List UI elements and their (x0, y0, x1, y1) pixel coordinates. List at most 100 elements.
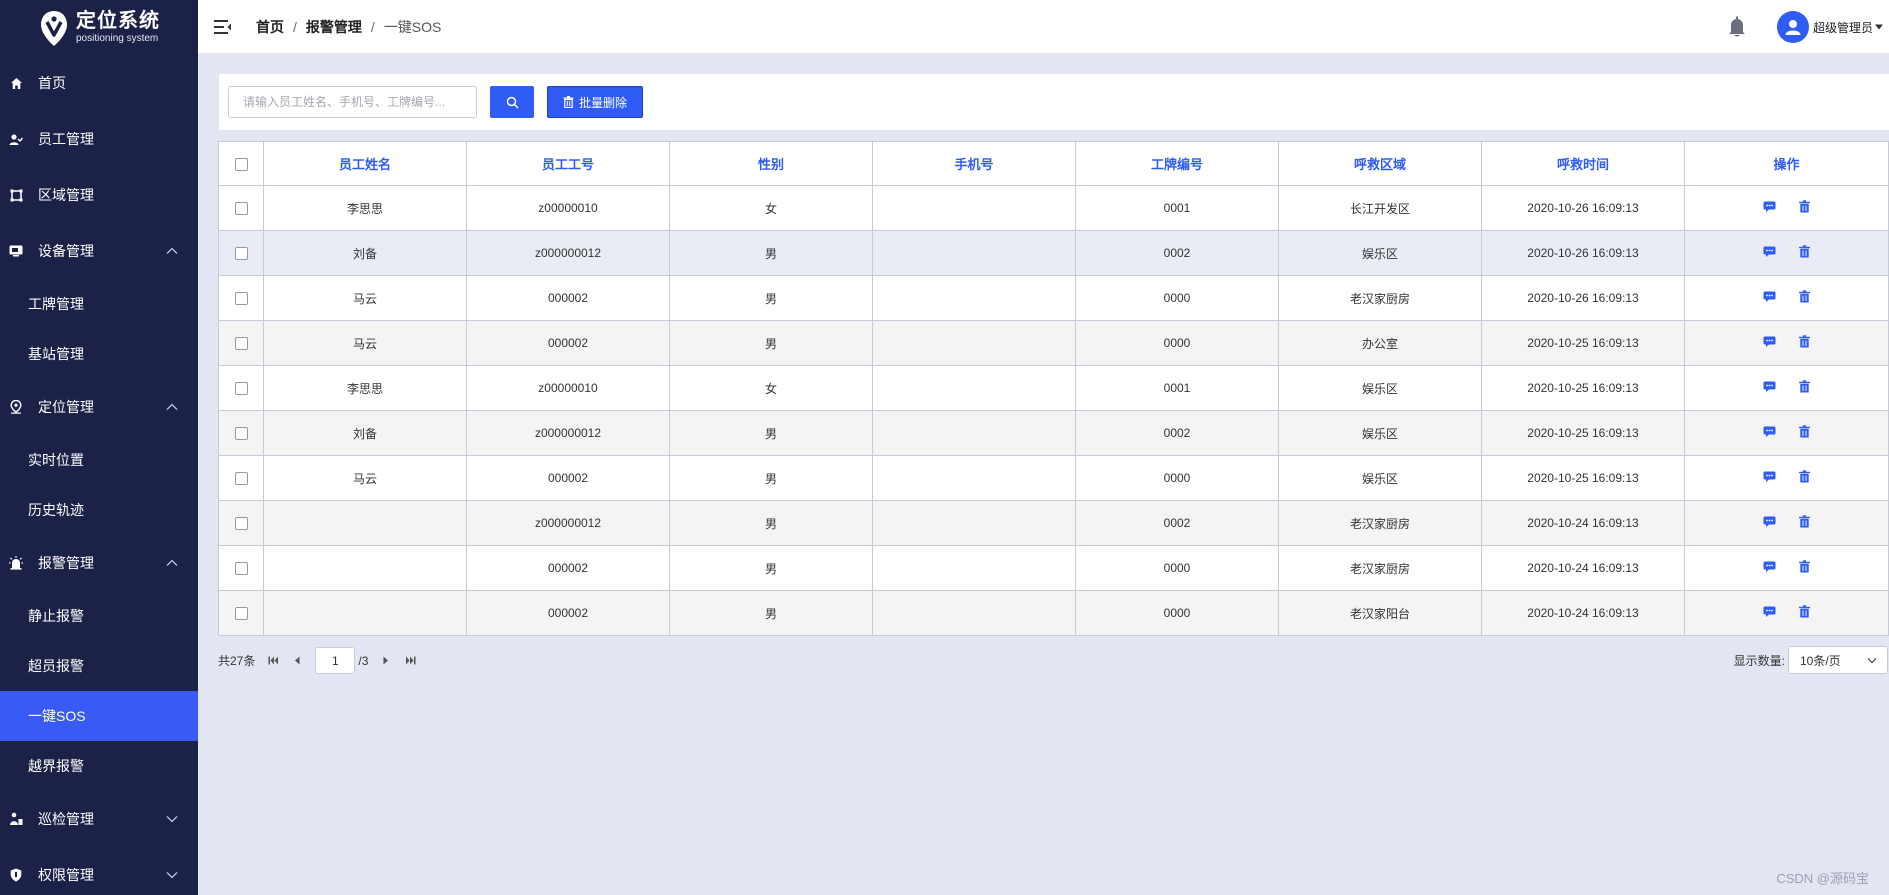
row-checkbox[interactable] (234, 382, 248, 396)
table-row[interactable]: 马云 000002 男 0000 办公室 2020-10-25 16:09:13 (218, 320, 1889, 366)
sidebar: 定位系统 positioning system 首页 员工管理 区域管理 设备管… (0, 0, 198, 895)
table-row[interactable]: z000000012 男 0002 老汉家厨房 2020-10-24 16:09:13 (218, 500, 1889, 546)
row-checkbox[interactable] (234, 517, 248, 531)
sidebar-subitem-label: 历史轨迹 (28, 502, 84, 518)
table-row[interactable]: 马云 000002 男 0000 老汉家厨房 2020-10-26 16:09:13 (218, 275, 1889, 321)
message-icon[interactable] (1763, 425, 1776, 438)
sidebar-item-staff[interactable]: 员工管理 (0, 111, 198, 167)
trash-icon[interactable] (1798, 470, 1811, 483)
sidebar-subitem-badge[interactable]: 工牌管理 (0, 279, 198, 329)
sidebar-item-home[interactable]: 首页 (0, 55, 198, 111)
table-row[interactable]: 马云 000002 男 0000 娱乐区 2020-10-25 16:09:13 (218, 455, 1889, 501)
app-logo[interactable]: 定位系统 positioning system (0, 0, 198, 55)
sidebar-subitem-realtime[interactable]: 实时位置 (0, 435, 198, 485)
table-cell: z000000012 (466, 230, 670, 276)
menu-toggle-icon[interactable] (214, 19, 232, 35)
trash-icon[interactable] (1798, 335, 1811, 348)
table-cell: 马云 (263, 275, 467, 321)
message-icon[interactable] (1763, 245, 1776, 258)
bulk-delete-button[interactable]: 批量删除 (547, 86, 644, 118)
table-cell: 男 (669, 455, 873, 501)
sidebar-subitem-label: 实时位置 (28, 452, 84, 468)
trash-icon[interactable] (1798, 515, 1811, 528)
message-icon[interactable] (1763, 515, 1776, 528)
table-row[interactable]: 李思思 z00000010 女 0001 娱乐区 2020-10-25 16:09:13 (218, 365, 1889, 411)
bell-icon[interactable] (1727, 16, 1747, 38)
sidebar-subitem-overcrowd-alarm[interactable]: 超员报警 (0, 641, 198, 691)
row-checkbox[interactable] (234, 247, 248, 261)
prev-page-icon[interactable] (291, 655, 303, 667)
table-cell: 男 (669, 320, 873, 366)
breadcrumb-alarm[interactable]: 报警管理 (306, 17, 362, 37)
table-row[interactable]: 李思思 z00000010 女 0001 长江开发区 2020-10-26 16:09:1… (218, 185, 1889, 231)
breadcrumb-home[interactable]: 首页 (256, 17, 284, 37)
column-header[interactable]: 员工工号 (466, 141, 670, 186)
table-cell (263, 500, 467, 546)
last-page-icon[interactable] (404, 655, 416, 667)
table-cell: 2020-10-25 16:09:13 (1481, 410, 1685, 456)
table-row[interactable]: 刘备 z000000012 男 0002 娱乐区 2020-10-26 16:09:13 (218, 230, 1889, 276)
message-icon[interactable] (1763, 560, 1776, 573)
row-checkbox[interactable] (234, 607, 248, 621)
search-input[interactable] (228, 86, 477, 118)
message-icon[interactable] (1763, 335, 1776, 348)
table-cell: 0001 (1075, 185, 1279, 231)
sidebar-subitem-static-alarm[interactable]: 静止报警 (0, 591, 198, 641)
avatar[interactable] (1776, 11, 1809, 43)
sidebar-item-patrol[interactable]: 巡检管理 (0, 791, 198, 847)
row-checkbox[interactable] (234, 472, 248, 486)
column-header[interactable]: 呼救时间 (1481, 141, 1685, 186)
row-checkbox[interactable] (234, 562, 248, 576)
column-header[interactable]: 呼救区域 (1278, 141, 1482, 186)
row-checkbox[interactable] (234, 427, 248, 441)
trash-icon[interactable] (1798, 380, 1811, 393)
table-row[interactable]: 000002 男 0000 老汉家阳台 2020-10-24 16:09:13 (218, 590, 1889, 636)
column-header[interactable]: 性别 (669, 141, 873, 186)
sidebar-item-location[interactable]: 定位管理 (0, 379, 198, 435)
row-actions-cell (1684, 410, 1889, 456)
row-checkbox[interactable] (234, 202, 248, 216)
trash-icon[interactable] (1798, 290, 1811, 303)
trash-icon[interactable] (1798, 425, 1811, 438)
column-header[interactable]: 工牌编号 (1075, 141, 1279, 186)
page-number-input[interactable]: 1 (315, 647, 356, 674)
caret-down-icon[interactable] (1875, 24, 1883, 30)
message-icon[interactable] (1763, 200, 1776, 213)
search-button[interactable] (490, 86, 534, 118)
page-size-control: 显示数量: 10条/页 (1734, 646, 1888, 674)
table-cell: 李思思 (263, 185, 467, 231)
user-name[interactable]: 超级管理员 (1813, 19, 1873, 36)
page-size-select[interactable]: 10条/页 (1788, 646, 1888, 674)
column-header[interactable]: 员工姓名 (263, 141, 467, 186)
row-checkbox[interactable] (234, 292, 248, 306)
sidebar-item-device[interactable]: 设备管理 (0, 223, 198, 279)
trash-icon[interactable] (1798, 200, 1811, 213)
column-header[interactable]: 手机号 (872, 141, 1076, 186)
row-checkbox[interactable] (234, 337, 248, 351)
trash-icon[interactable] (1798, 605, 1811, 618)
trash-icon[interactable] (1798, 560, 1811, 573)
select-all-checkbox[interactable] (234, 158, 248, 172)
next-page-icon[interactable] (380, 655, 392, 667)
table-row[interactable]: 刘备 z000000012 男 0002 娱乐区 2020-10-25 16:09:13 (218, 410, 1889, 456)
message-icon[interactable] (1763, 290, 1776, 303)
message-icon[interactable] (1763, 605, 1776, 618)
sidebar-subitem-label: 基站管理 (28, 346, 84, 362)
table-row[interactable]: 000002 男 0000 老汉家厨房 2020-10-24 16:09:13 (218, 545, 1889, 591)
message-icon[interactable] (1763, 380, 1776, 393)
sidebar-subitem-label: 超员报警 (28, 658, 84, 674)
trash-icon[interactable] (1798, 245, 1811, 258)
sidebar-subitem-history[interactable]: 历史轨迹 (0, 485, 198, 535)
table-cell: 0001 (1075, 365, 1279, 411)
sidebar-item-area[interactable]: 区域管理 (0, 167, 198, 223)
sidebar-subitem-boundary-alarm[interactable]: 越界报警 (0, 741, 198, 791)
table-cell: 2020-10-25 16:09:13 (1481, 365, 1685, 411)
sidebar-item-permission[interactable]: 权限管理 (0, 847, 198, 895)
message-icon[interactable] (1763, 470, 1776, 483)
row-select-cell (218, 185, 264, 231)
sidebar-subitem-sos[interactable]: 一键SOS (0, 691, 198, 741)
sidebar-item-alarm[interactable]: 报警管理 (0, 535, 198, 591)
first-page-icon[interactable] (267, 655, 279, 667)
sidebar-subitem-basestation[interactable]: 基站管理 (0, 329, 198, 379)
row-actions-cell (1684, 230, 1889, 276)
